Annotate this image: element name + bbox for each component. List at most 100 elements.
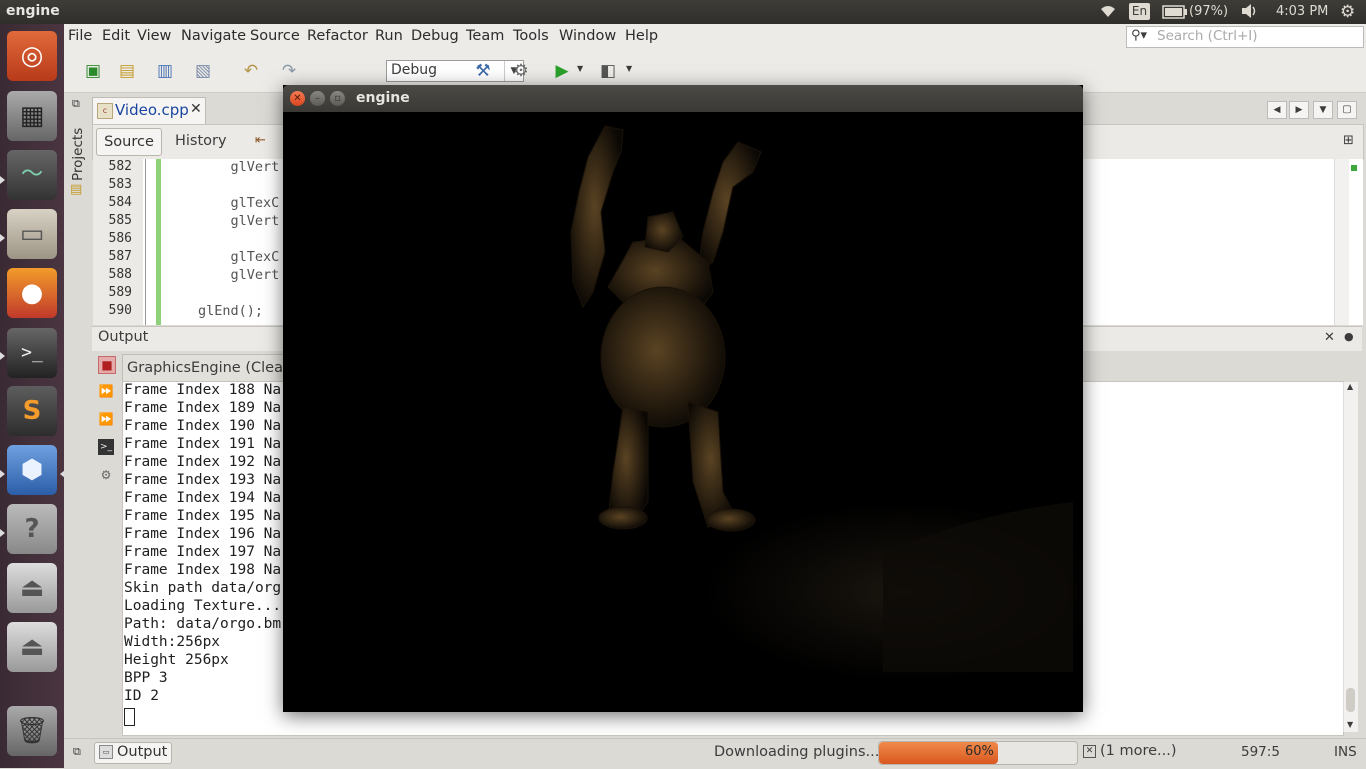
code-line[interactable]: glTexC — [198, 195, 280, 211]
output-scroll-thumb[interactable] — [1346, 688, 1355, 712]
engine-titlebar[interactable]: ✕ – ▫ engine — [283, 85, 1083, 112]
wifi-icon[interactable] — [1098, 3, 1118, 23]
menu-debug[interactable]: Debug — [411, 28, 459, 44]
sublime-text-icon[interactable]: S — [7, 386, 57, 436]
new-file-icon[interactable]: ▣ — [82, 60, 104, 82]
gear-icon[interactable]: ⚙ — [1340, 2, 1355, 22]
output-window-icon: ▭ — [99, 745, 113, 759]
search-box[interactable]: ⚲▾ Search (Ctrl+I) — [1126, 26, 1364, 48]
stop-icon[interactable]: ■ — [98, 356, 116, 374]
last-edit-icon[interactable]: ⇤ — [255, 133, 266, 148]
help-icon[interactable]: ? — [7, 504, 57, 554]
console-cursor[interactable] — [124, 708, 135, 726]
line-number: 590 — [108, 303, 132, 318]
menu-window[interactable]: Window — [559, 28, 616, 44]
code-line[interactable]: glEnd(); — [198, 303, 263, 319]
menu-view[interactable]: View — [137, 28, 171, 44]
open-project-icon[interactable]: ▥ — [154, 60, 176, 82]
menu-run[interactable]: Run — [375, 28, 403, 44]
output-minimized-button[interactable]: ▭ Output — [94, 742, 172, 764]
output-line: ID 2 — [124, 688, 159, 704]
debug-dropdown-icon[interactable]: ▼ — [626, 64, 632, 73]
cpp-file-icon: c — [97, 103, 113, 119]
files-icon[interactable]: ▭ — [7, 209, 57, 259]
close-window-icon[interactable]: ✕ — [290, 91, 305, 106]
scroll-tabs-left-icon[interactable]: ◀ — [1267, 101, 1287, 119]
code-line[interactable]: glTexC — [198, 249, 280, 265]
menu-edit[interactable]: Edit — [102, 28, 130, 44]
rendered-scene — [283, 112, 1083, 712]
download-progress-bar[interactable]: 60% — [878, 741, 1078, 765]
restore-window-icon[interactable]: ⧉ — [72, 97, 80, 111]
line-number: 587 — [108, 249, 132, 264]
file-tab[interactable]: c Video.cpp ✕ — [92, 97, 206, 124]
code-line[interactable]: glVert — [198, 159, 280, 175]
menu-team[interactable]: Team — [466, 28, 504, 44]
save-all-icon[interactable]: ▧ — [192, 60, 214, 82]
close-output-icon[interactable]: ✕ — [1324, 330, 1335, 345]
scroll-tabs-right-icon[interactable]: ▶ — [1289, 101, 1309, 119]
search-placeholder[interactable]: Search (Ctrl+I) — [1157, 28, 1258, 44]
output-run-tab[interactable]: GraphicsEngine (Clean — [122, 354, 294, 381]
projects-tab-icon[interactable]: ▤ — [70, 182, 82, 197]
history-tab-button[interactable]: History — [175, 133, 227, 149]
code-line[interactable]: glVert — [198, 213, 280, 229]
editor-scrollbar[interactable] — [1334, 159, 1349, 325]
line-number: 589 — [108, 285, 132, 300]
calculator-icon[interactable]: ▦ — [7, 91, 57, 141]
close-tab-icon[interactable]: ✕ — [190, 101, 202, 117]
configuration-select[interactable]: Debug ▼ — [386, 60, 524, 82]
more-tasks-link[interactable]: (1 more...) — [1100, 743, 1177, 759]
line-number: 585 — [108, 213, 132, 228]
maximize-editor-icon[interactable]: ▢ — [1337, 101, 1357, 119]
terminal-output-icon[interactable]: >_ — [98, 439, 114, 455]
minimize-output-icon[interactable]: ● — [1344, 330, 1354, 343]
clock[interactable]: 4:03 PM — [1276, 4, 1328, 19]
source-tab-button[interactable]: Source — [96, 128, 162, 156]
usb-drive-icon-2[interactable]: ⏏ — [7, 622, 57, 672]
usb-drive-icon[interactable]: ⏏ — [7, 563, 57, 613]
cancel-task-icon[interactable]: ✕ — [1083, 745, 1096, 758]
maximize-window-icon[interactable]: ▫ — [330, 91, 345, 106]
menu-source[interactable]: Source — [250, 28, 300, 44]
error-stripe-ok-icon[interactable] — [1351, 165, 1357, 171]
minimize-window-icon[interactable]: – — [310, 91, 325, 106]
debug-icon[interactable]: ◧ — [597, 60, 619, 82]
output-line: Skin path data/org — [124, 580, 282, 596]
run-icon[interactable]: ▶ — [551, 60, 573, 82]
firefox-icon[interactable]: ● — [7, 268, 57, 318]
run-dropdown-icon[interactable]: ▼ — [577, 64, 583, 73]
volume-icon[interactable] — [1240, 3, 1260, 23]
new-project-icon[interactable]: ▤ — [116, 60, 138, 82]
rerun-icon[interactable]: ⏩ — [98, 383, 114, 399]
undo-icon[interactable]: ↶ — [240, 60, 262, 82]
ubuntu-dash-icon[interactable]: ◎ — [7, 31, 57, 81]
menu-refactor[interactable]: Refactor — [307, 28, 368, 44]
code-line[interactable]: glVert — [198, 267, 280, 283]
menu-help[interactable]: Help — [625, 28, 658, 44]
rerun-with-args-icon[interactable]: ⏩ — [98, 411, 114, 427]
menu-tools[interactable]: Tools — [513, 28, 549, 44]
keyboard-layout-indicator[interactable]: En — [1129, 3, 1150, 20]
output-scrollbar[interactable]: ▲ ▼ — [1343, 382, 1358, 732]
menu-navigate[interactable]: Navigate — [181, 28, 246, 44]
system-monitor-icon[interactable]: 〜 — [7, 150, 57, 200]
menu-file[interactable]: File — [68, 28, 92, 44]
line-number: 583 — [108, 177, 132, 192]
build-hammer-icon[interactable]: ⚒ — [472, 60, 494, 82]
trash-icon[interactable]: 🗑 — [7, 706, 57, 756]
clean-build-icon[interactable]: ⚙ — [510, 60, 532, 82]
show-opened-documents-icon[interactable]: ▼ — [1313, 101, 1333, 119]
split-editor-icon[interactable]: ⊞ — [1343, 133, 1354, 148]
projects-side-tab[interactable]: Projects — [68, 125, 88, 181]
netbeans-icon[interactable]: ⬢ — [7, 445, 57, 495]
output-run-tab-label: GraphicsEngine (Clean — [127, 360, 293, 376]
restore-output-icon[interactable]: ⧉ — [73, 745, 81, 759]
redo-icon[interactable]: ↷ — [278, 60, 300, 82]
output-line: Frame Index 196 Na — [124, 526, 282, 542]
terminal-icon[interactable]: >_ — [7, 328, 57, 378]
engine-window[interactable]: ✕ – ▫ engine — [283, 85, 1083, 712]
battery-icon[interactable] — [1162, 5, 1188, 23]
battery-percent[interactable]: (97%) — [1189, 4, 1228, 19]
output-settings-icon[interactable]: ⚙ — [98, 467, 114, 483]
